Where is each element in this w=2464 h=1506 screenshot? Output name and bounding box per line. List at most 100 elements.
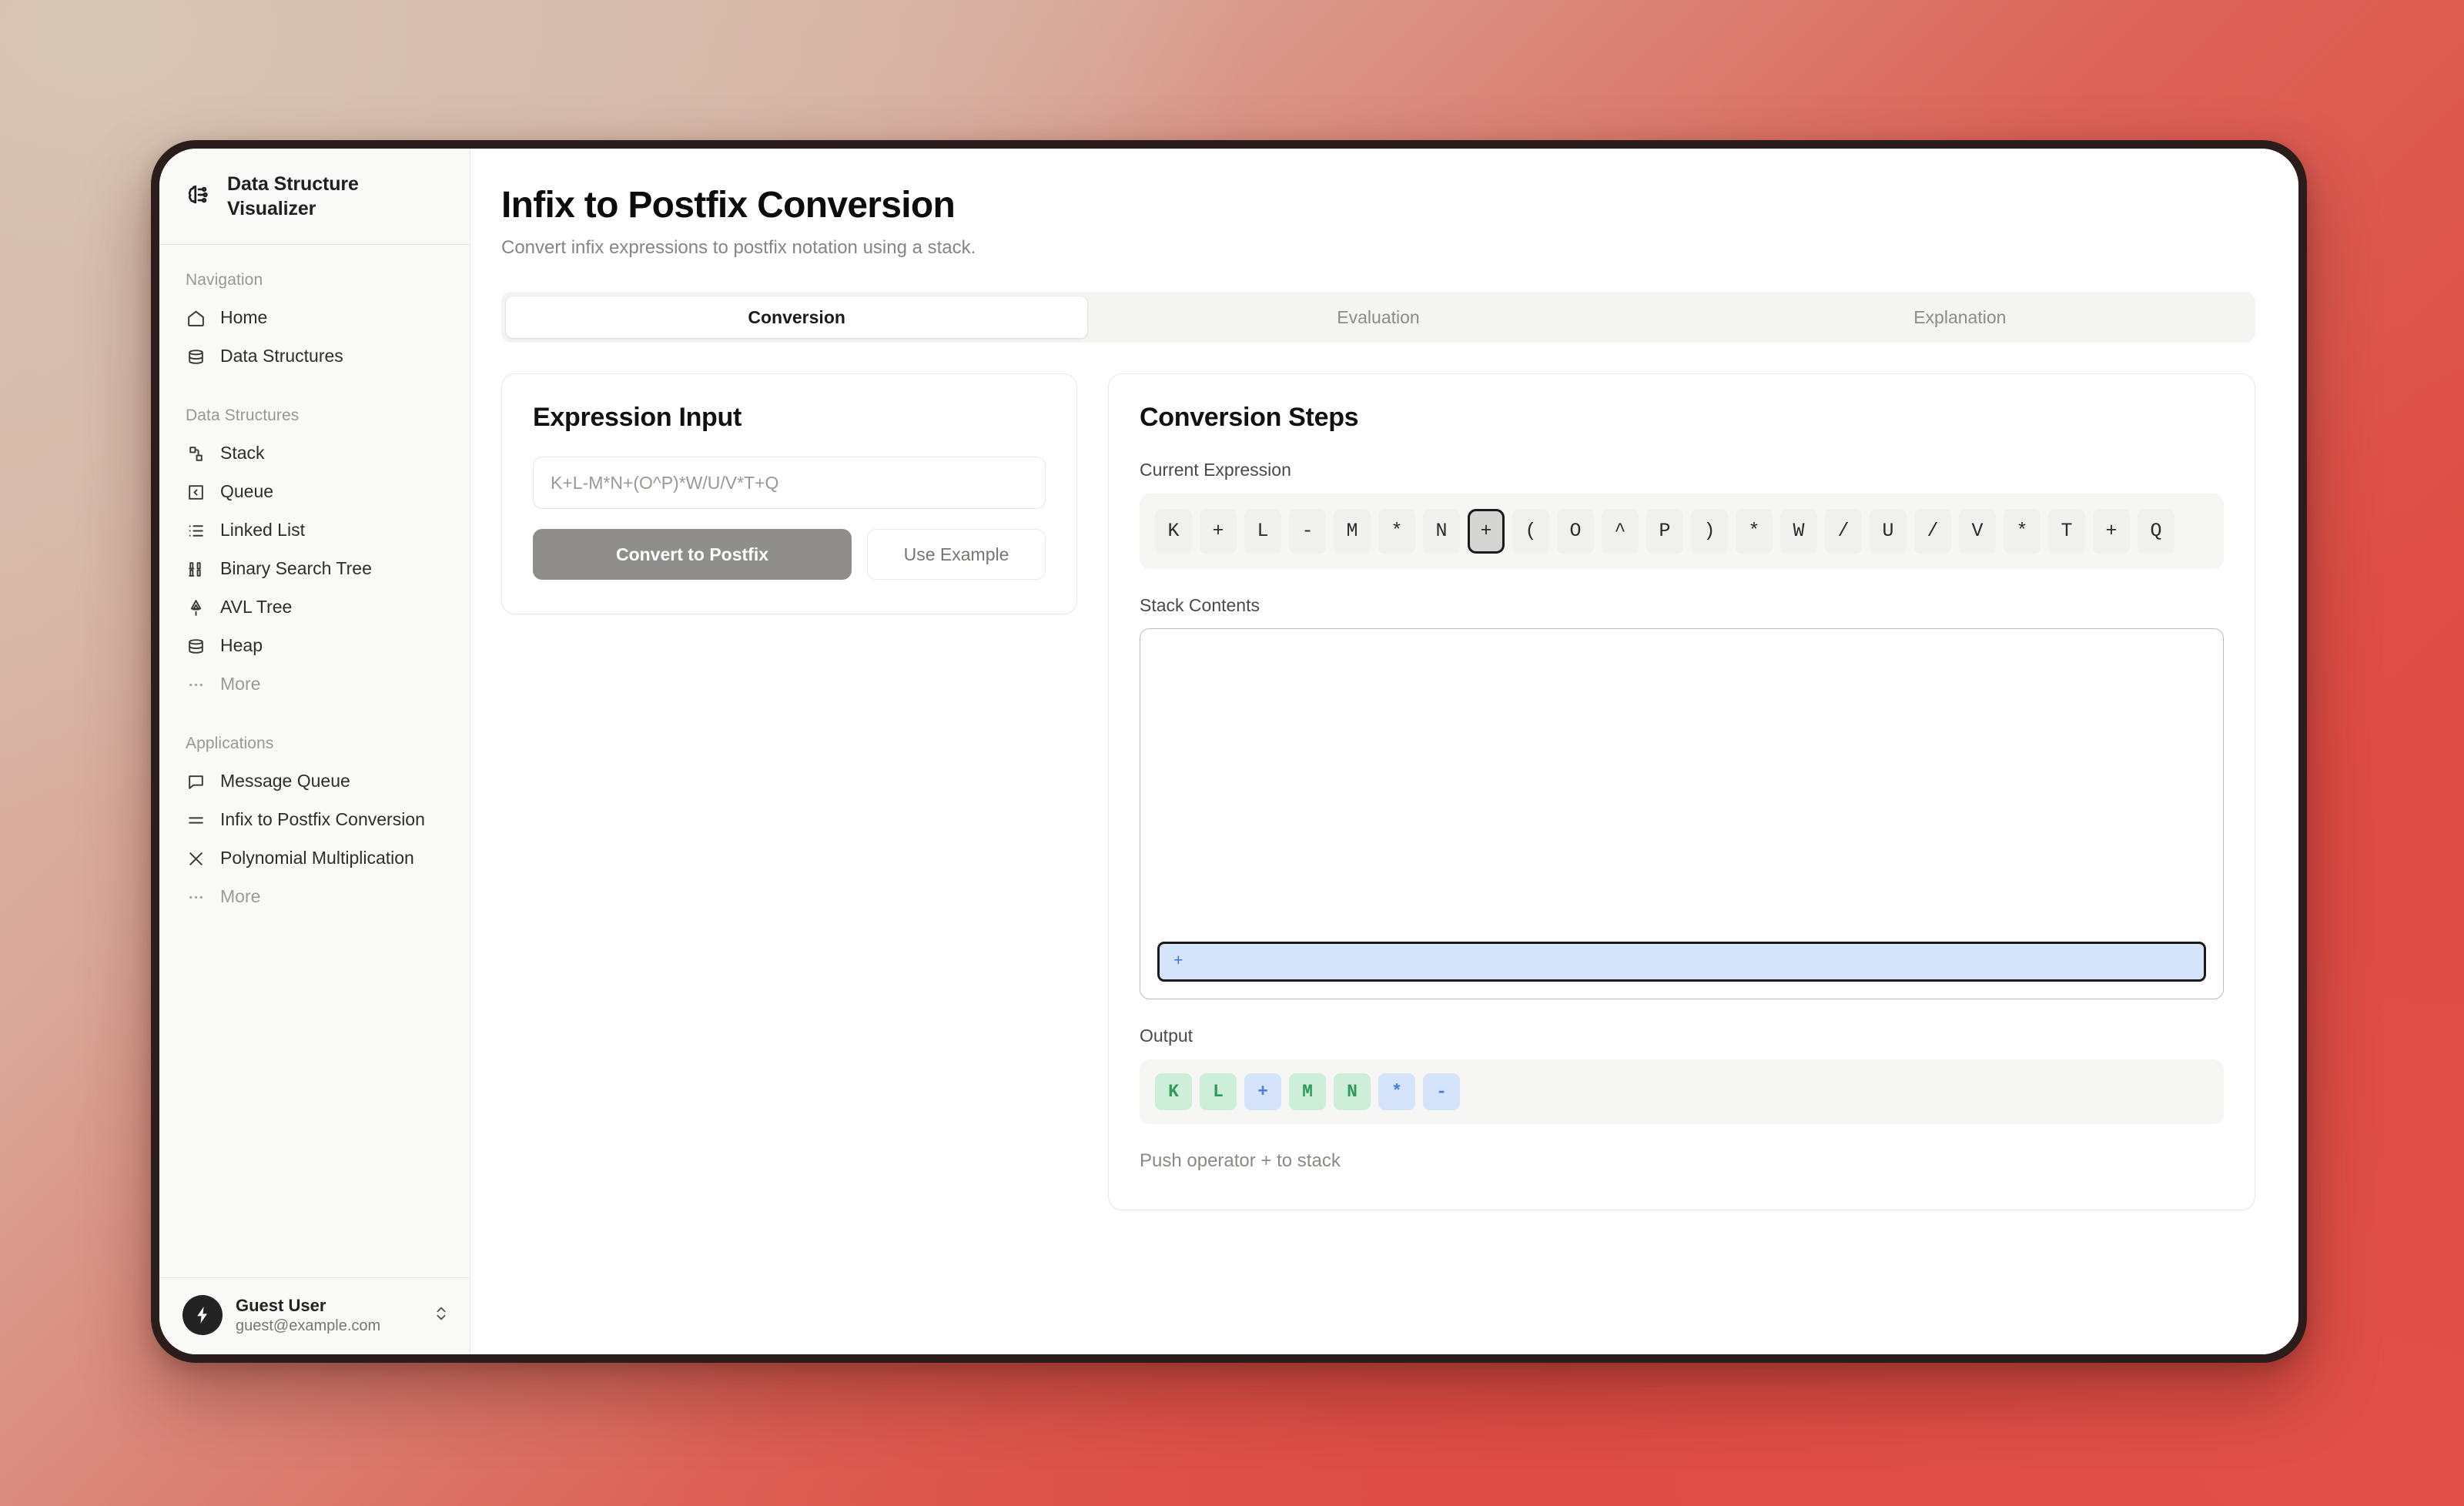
message-icon — [186, 771, 206, 791]
sidebar-item-polynomial-multiplication[interactable]: Polynomial Multiplication — [159, 839, 470, 878]
sidebar-item-more[interactable]: More — [159, 665, 470, 704]
output-token-operator: - — [1423, 1073, 1460, 1110]
binary-icon — [186, 559, 206, 579]
user-name: Guest User — [236, 1295, 326, 1315]
page-subtitle: Convert infix expressions to postfix not… — [501, 237, 976, 259]
sidebar-item-avl-tree[interactable]: AVL Tree — [159, 588, 470, 627]
sidebar-item-infix-to-postfix-conversion[interactable]: Infix to Postfix Conversion — [159, 801, 470, 839]
chevron-up-down-icon[interactable] — [433, 1305, 450, 1326]
stack-layers-icon — [186, 443, 206, 464]
expression-token: - — [1289, 508, 1326, 554]
expression-token: V — [1959, 508, 1996, 554]
output-tokens: K L + M N * - — [1140, 1059, 2224, 1124]
sidebar-item-data-structures[interactable]: Data Structures — [159, 337, 470, 376]
output-token-operand: K — [1155, 1073, 1192, 1110]
expression-token: * — [2004, 508, 2040, 554]
sidebar-item-label: More — [220, 674, 261, 694]
brain-circuit-icon — [186, 182, 212, 212]
sidebar-item-heap[interactable]: Heap — [159, 627, 470, 665]
user-meta: Guest User guest@example.com — [236, 1295, 420, 1337]
sidebar-brand[interactable]: Data Structure Visualizer — [159, 149, 470, 245]
x-icon — [186, 848, 206, 868]
sidebar-item-label: Binary Search Tree — [220, 558, 372, 579]
expression-token: N — [1423, 508, 1460, 554]
expression-input-title: Expression Input — [533, 403, 742, 433]
expression-token: ^ — [1602, 508, 1639, 554]
output-token-operand: N — [1334, 1073, 1371, 1110]
nav-group-label: Applications — [186, 735, 274, 752]
sidebar-item-more[interactable]: More — [159, 878, 470, 916]
tree-icon — [186, 597, 206, 617]
sidebar-item-label: Polynomial Multiplication — [220, 848, 414, 868]
expression-token-current: + — [1468, 508, 1505, 554]
brand-title-line2: Visualizer — [227, 198, 316, 219]
tab-explanation[interactable]: Explanation — [1669, 296, 2251, 338]
expression-token: M — [1334, 508, 1371, 554]
nav-group-label: Data Structures — [186, 407, 300, 424]
sidebar-item-label: Heap — [220, 635, 263, 656]
sidebar-item-label: Stack — [220, 443, 265, 464]
current-expression-label: Current Expression — [1140, 460, 1291, 480]
expression-token: * — [1378, 508, 1415, 554]
sidebar-item-label: Home — [220, 307, 268, 328]
sidebar: Data Structure Visualizer Navigation Home… — [159, 149, 470, 1354]
stack-contents-label: Stack Contents — [1140, 594, 1260, 615]
expression-token: O — [1557, 508, 1594, 554]
expression-input-card: Expression Input Convert to Postfix Use … — [501, 373, 1077, 615]
expression-token: Q — [2138, 508, 2174, 554]
stack-box: + — [1140, 628, 2224, 1000]
nav-group-label: Navigation — [186, 271, 263, 289]
output-block: Output K L + M N * - — [1140, 1026, 2224, 1124]
conversion-steps-title: Conversion Steps — [1140, 403, 1359, 433]
content-columns: Expression Input Convert to Postfix Use … — [501, 373, 2255, 1211]
expression-token: / — [1914, 508, 1951, 554]
nav-group: Navigation Home Data Structures — [159, 263, 470, 376]
user-account-button[interactable]: Guest User guest@example.com — [159, 1277, 470, 1355]
list-icon — [186, 520, 206, 540]
convert-to-postfix-button[interactable]: Convert to Postfix — [533, 529, 852, 581]
output-token-operand: M — [1289, 1073, 1326, 1110]
expression-input-field[interactable] — [533, 457, 1046, 510]
stack-contents-block: Stack Contents + — [1140, 595, 2224, 1000]
database-icon — [186, 346, 206, 366]
sidebar-item-stack[interactable]: Stack — [159, 434, 470, 473]
database-icon — [186, 636, 206, 656]
expression-token: + — [2093, 508, 2130, 554]
device-frame: Data Structure Visualizer Navigation Home… — [151, 140, 2307, 1363]
sidebar-item-label: Message Queue — [220, 771, 350, 791]
tab-evaluation[interactable]: Evaluation — [1087, 296, 1669, 338]
conversion-steps-card: Conversion Steps Current Expression K + L -… — [1108, 373, 2255, 1211]
sidebar-item-queue[interactable]: Queue — [159, 473, 470, 511]
sidebar-item-linked-list[interactable]: Linked List — [159, 511, 470, 550]
brand-title: Data Structure Visualizer — [227, 172, 359, 221]
home-icon — [186, 308, 206, 328]
nav-group: Data Structures Stack Queue Linked List Bina… — [159, 399, 470, 704]
equals-icon — [186, 810, 206, 830]
sidebar-item-home[interactable]: Home — [159, 299, 470, 337]
use-example-button[interactable]: Use Example — [867, 529, 1046, 581]
output-token-operator: + — [1244, 1073, 1281, 1110]
current-expression-tokens: K + L - M * N +(O ^ P) * W / U / V * T + Q — [1140, 493, 2224, 569]
ellipsis-icon — [186, 674, 206, 694]
tab-conversion[interactable]: Conversion — [506, 296, 1088, 339]
sidebar-item-label: Infix to Postfix Conversion — [220, 809, 425, 830]
avatar — [182, 1295, 223, 1336]
sidebar-item-binary-search-tree[interactable]: Binary Search Tree — [159, 550, 470, 588]
expression-token: / — [1825, 508, 1862, 554]
current-expression-block: Current Expression K + L - M * N +(O ^ P) * W / U / V * T… — [1140, 460, 2224, 569]
output-label: Output — [1140, 1026, 1194, 1046]
sidebar-item-label: Data Structures — [220, 346, 343, 366]
output-token-operator: * — [1378, 1073, 1415, 1110]
sidebar-item-message-queue[interactable]: Message Queue — [159, 762, 470, 801]
expression-token: ) — [1691, 508, 1728, 554]
tab-bar: Conversion Evaluation Explanation — [501, 292, 2255, 343]
brand-title-line1: Data Structure — [227, 173, 359, 195]
stack-item: + — [1157, 942, 2206, 982]
expression-token: L — [1244, 508, 1281, 554]
nav-group: Applications Message Queue Infix to Postfi… — [159, 727, 470, 916]
sidebar-item-label: Queue — [220, 481, 274, 502]
expression-token: ( — [1512, 508, 1549, 554]
expression-actions: Convert to Postfix Use Example — [533, 529, 1046, 581]
sidebar-item-label: Linked List — [220, 520, 305, 540]
sidebar-item-label: AVL Tree — [220, 597, 293, 617]
